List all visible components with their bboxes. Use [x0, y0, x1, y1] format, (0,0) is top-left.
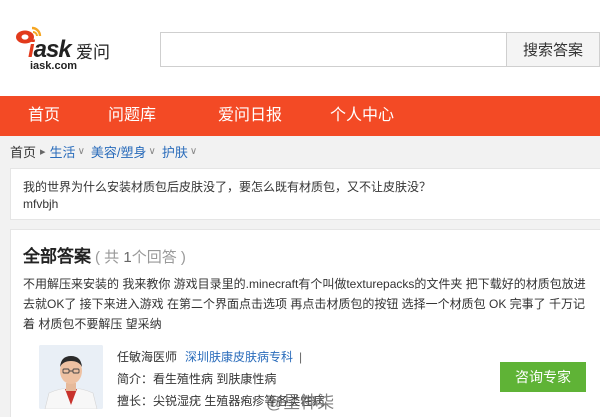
expert-separator: | [299, 349, 303, 364]
search-input[interactable] [160, 32, 506, 67]
answer-text: 不用解压来安装的 我来教你 游戏目录里的.minecraft有个叫做textur… [23, 277, 586, 331]
search-button[interactable]: 搜索答案 [506, 32, 600, 67]
site-header: iask 爱问 iask.com 搜索答案 [0, 0, 600, 96]
logo-domain: iask.com [30, 60, 78, 72]
expert-avatar[interactable] [39, 345, 103, 409]
expert-info: 任敏海医师 深圳肤康皮肤病专科 | [117, 348, 302, 365]
nav-item-question-library[interactable]: 问题库 [108, 96, 156, 136]
chevron-down-icon[interactable]: ∨ [190, 146, 197, 157]
nav-item-personal-center[interactable]: 个人中心 [330, 96, 394, 136]
answers-count: ( 共 1个回答 ) [95, 249, 186, 266]
watermark-text: @星神柒 [266, 393, 335, 412]
breadcrumb-home[interactable]: 首页 [10, 142, 36, 161]
answers-title: 全部答案 [23, 247, 91, 266]
question-title: 我的世界为什么安装材质包后皮肤没了，要怎么既有材质包，又不让皮肤没？ [23, 180, 432, 194]
breadcrumb-skincare[interactable]: 护肤 [162, 142, 188, 161]
expert-intro: 简介：看生殖性病 到肤康性病 [117, 372, 277, 386]
expert-org-link[interactable]: 深圳肤康皮肤病专科 [185, 348, 293, 365]
answers-heading: 全部答案 ( 共 1个回答 ) [23, 242, 186, 267]
main-nav: 首页 问题库 爱问日报 个人中心 [0, 96, 600, 136]
breadcrumb-beauty[interactable]: 美容/塑身 [91, 142, 147, 161]
breadcrumb: 首页 ▸ 生活 ∨ 美容/塑身 ∨ 护肤 ∨ [10, 142, 203, 160]
doctor-portrait-icon [39, 345, 103, 409]
site-logo[interactable]: iask 爱问 iask.com [14, 22, 114, 74]
expert-name: 任敏海医师 [117, 350, 178, 364]
logo-chinese-name: 爱问 [76, 43, 110, 62]
nav-item-home[interactable]: 首页 [28, 96, 60, 136]
breadcrumb-life[interactable]: 生活 [50, 142, 76, 161]
breadcrumb-separator: ▸ [40, 145, 46, 158]
nav-item-daily[interactable]: 爱问日报 [218, 96, 282, 136]
question-user[interactable]: mfvbjh [23, 197, 58, 211]
chevron-down-icon[interactable]: ∨ [78, 146, 85, 157]
chevron-down-icon[interactable]: ∨ [149, 146, 156, 157]
question-card: 我的世界为什么安装材质包后皮肤没了，要怎么既有材质包，又不让皮肤没？ mfvbj… [10, 168, 600, 220]
consult-expert-button[interactable]: 咨询专家 [500, 362, 586, 392]
